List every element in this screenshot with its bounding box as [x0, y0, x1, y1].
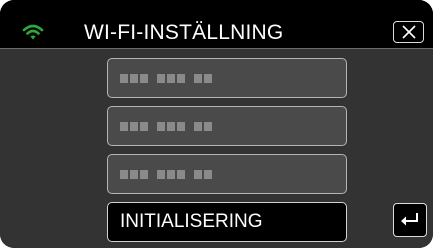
camera-screen: WI-FI-INSTÄLLNING INITIALISERING	[0, 0, 433, 248]
network-item-3[interactable]	[107, 154, 347, 194]
return-arrow-icon	[401, 213, 418, 226]
wifi-icon	[22, 24, 44, 40]
page-title: WI-FI-INSTÄLLNING	[84, 21, 284, 44]
initialize-button[interactable]: INITIALISERING	[107, 202, 347, 242]
network-list: INITIALISERING	[0, 49, 433, 248]
masked-text-icon	[120, 122, 214, 132]
network-item-1[interactable]	[107, 58, 347, 98]
back-button[interactable]	[393, 203, 427, 237]
close-button[interactable]	[393, 21, 424, 43]
close-icon	[402, 25, 416, 39]
header-bar: WI-FI-INSTÄLLNING	[0, 0, 433, 48]
masked-text-icon	[120, 170, 214, 180]
network-item-2[interactable]	[107, 106, 347, 146]
masked-text-icon	[120, 74, 214, 84]
initialize-button-label: INITIALISERING	[120, 211, 263, 232]
